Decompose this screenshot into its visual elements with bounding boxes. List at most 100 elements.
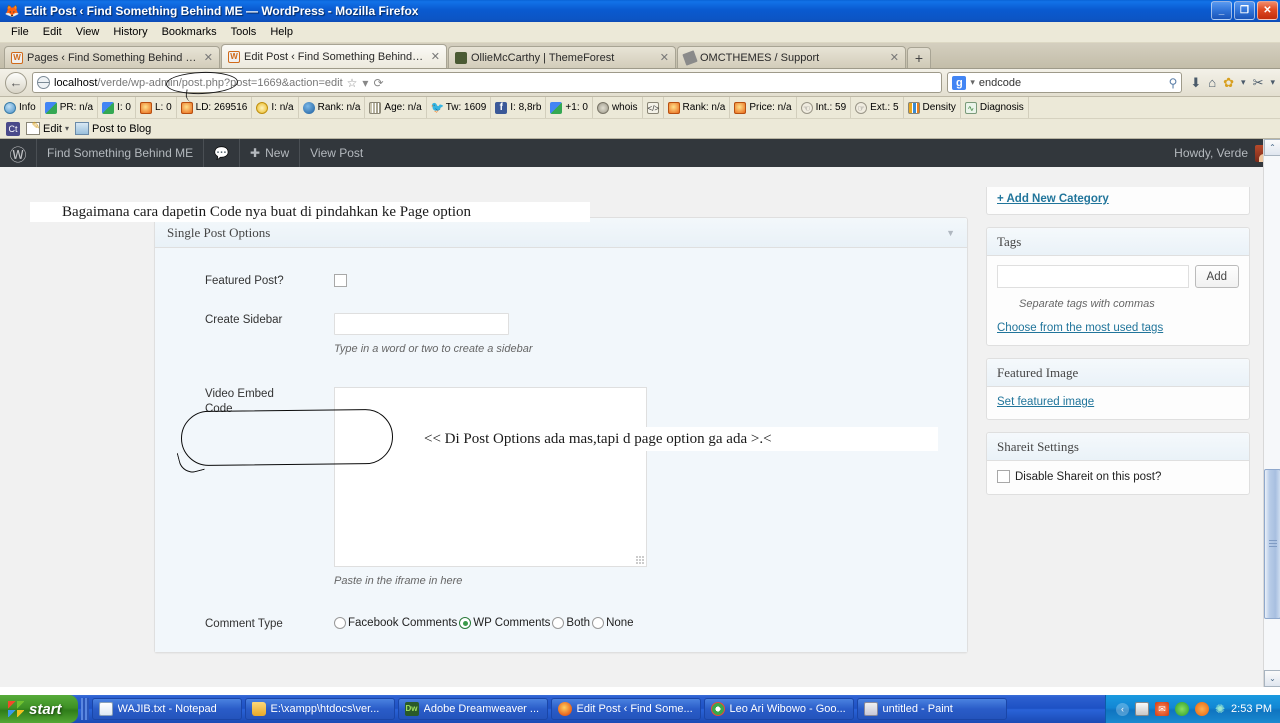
radio-both[interactable] (552, 617, 565, 629)
security-icon[interactable] (1134, 702, 1149, 716)
browser-tab-pages[interactable]: Pages ‹ Find Something Behind ME — Wo...… (4, 46, 220, 68)
seo-item-google-index[interactable]: I: 0 (98, 97, 136, 118)
set-featured-image-link[interactable]: Set featured image (997, 396, 1094, 408)
close-button[interactable]: ✕ (1257, 1, 1278, 20)
search-bar[interactable]: g ▾ endcode ⚲ (947, 72, 1183, 93)
chevron-down-icon[interactable]: ▾ (1241, 77, 1246, 88)
close-icon[interactable]: ✕ (201, 51, 213, 64)
app-red-icon[interactable]: ✉ (1154, 702, 1169, 716)
seo-item-density[interactable]: Density (904, 97, 961, 118)
bookmark-post-to-blog[interactable]: Post to Blog (74, 122, 151, 135)
wordpress-logo-icon[interactable]: Ⓦ (0, 139, 36, 167)
seo-item-alexa-rank[interactable]: Rank: n/a (299, 97, 366, 118)
seo-item-internal-links[interactable]: ☜ Int.: 59 (797, 97, 852, 118)
menu-help[interactable]: Help (263, 24, 300, 40)
disable-shareit-checkbox[interactable] (997, 470, 1010, 483)
page-scrollbar[interactable]: ⌃ ⌄ (1263, 139, 1280, 687)
tool-icon[interactable]: ✂ (1253, 75, 1264, 91)
menu-view[interactable]: View (69, 24, 107, 40)
radio-facebook-comments[interactable] (334, 617, 346, 629)
browser-tab-edit-post[interactable]: Edit Post ‹ Find Something Behind ME — .… (221, 44, 447, 68)
seo-item-links[interactable]: L: 0 (136, 97, 177, 118)
new-tab-button[interactable]: + (907, 47, 931, 68)
addon-icon[interactable]: ✿ (1223, 75, 1234, 91)
panel-header[interactable]: Single Post Options ▼ (155, 218, 967, 248)
ct-icon[interactable]: Ct (6, 121, 20, 136)
bookmark-star-icon[interactable]: ☆ (347, 76, 358, 90)
close-icon[interactable]: ✕ (428, 50, 440, 63)
close-icon[interactable]: ✕ (657, 51, 669, 64)
taskbar-item[interactable]: Edit Post ‹ Find Some... (550, 698, 701, 720)
create-sidebar-input[interactable] (334, 313, 509, 335)
scroll-up-icon[interactable]: ⌃ (1264, 139, 1280, 156)
search-icon[interactable]: ⚲ (1169, 76, 1178, 90)
tags-input[interactable] (997, 265, 1189, 288)
tags-add-button[interactable]: Add (1194, 265, 1239, 288)
most-used-tags-link[interactable]: Choose from the most used tags (997, 322, 1163, 334)
comment-type-option[interactable]: None (592, 617, 634, 629)
comments-icon[interactable]: 💬 (203, 139, 239, 167)
adminbar-view-post[interactable]: View Post (299, 139, 373, 167)
seo-item-linkdomain[interactable]: LD: 269516 (177, 97, 253, 118)
add-new-category-link[interactable]: + Add New Category (997, 193, 1109, 205)
radio-wp-comments[interactable] (459, 617, 472, 629)
google-icon[interactable]: g (952, 75, 967, 90)
radio-none[interactable] (592, 617, 605, 629)
start-button[interactable]: start (0, 695, 78, 723)
back-icon[interactable]: ← (5, 71, 27, 94)
browser-tab-themeforest[interactable]: OllieMcCarthy | ThemeForest ✕ (448, 46, 676, 68)
download-icon[interactable]: ⬇ (1190, 75, 1201, 91)
seo-item-rank[interactable]: Rank: n/a (664, 97, 731, 118)
seo-item-external-links[interactable]: ☞ Ext.: 5 (851, 97, 904, 118)
close-icon[interactable]: ✕ (887, 51, 899, 64)
seo-item-twitter[interactable]: 🐦 Tw: 1609 (427, 97, 492, 118)
address-bar[interactable]: localhost/verde/wp-admin/post.php?post=1… (32, 70, 943, 96)
home-icon[interactable]: ⌂ (1208, 75, 1216, 90)
chevron-down-icon[interactable]: ▾ (362, 76, 368, 90)
search-input[interactable]: endcode (979, 77, 1165, 89)
seo-item-whois[interactable]: whois (593, 97, 643, 118)
seo-item-price[interactable]: Price: n/a (730, 97, 797, 118)
bookmark-edit[interactable]: Edit ▾ (26, 121, 69, 135)
tray-expand-icon[interactable]: ‹ (1115, 702, 1129, 716)
chevron-down-icon[interactable]: ▾ (970, 77, 975, 88)
seo-item-age[interactable]: Age: n/a (365, 97, 427, 118)
minimize-button[interactable]: _ (1211, 1, 1232, 20)
scroll-down-icon[interactable]: ⌄ (1264, 670, 1280, 687)
adminbar-site-name[interactable]: Find Something Behind ME (36, 139, 203, 167)
seo-item-source-code[interactable]: </> (643, 97, 664, 118)
comment-type-option[interactable]: Both (552, 617, 590, 629)
chevron-down-icon[interactable]: ▾ (65, 124, 69, 133)
taskbar-item[interactable]: WAJIB.txt - Notepad (91, 698, 242, 720)
update-icon[interactable] (1174, 702, 1189, 716)
scrollbar-thumb[interactable] (1264, 469, 1280, 619)
seo-item-google-plus[interactable]: +1: 0 (546, 97, 593, 118)
menu-bookmarks[interactable]: Bookmarks (155, 24, 224, 40)
menu-file[interactable]: File (4, 24, 36, 40)
seo-item-diagnosis[interactable]: ∿ Diagnosis (961, 97, 1029, 118)
chevron-down-icon[interactable]: ▾ (1270, 77, 1275, 88)
chevron-down-icon[interactable]: ▼ (946, 228, 955, 238)
seo-item-google-pagerank[interactable]: PR: n/a (41, 97, 99, 118)
comment-type-option[interactable]: WP Comments (459, 617, 550, 629)
menu-history[interactable]: History (106, 24, 154, 40)
taskbar-item[interactable]: untitled - Paint (856, 698, 1007, 720)
featured-post-checkbox[interactable] (334, 274, 347, 287)
seo-item-yahoo-index[interactable]: I: n/a (252, 97, 299, 118)
browser-tab-omcthemes[interactable]: OMCTHEMES / Support ✕ (677, 46, 906, 68)
taskbar-item[interactable]: Leo Ari Wibowo - Goo... (703, 698, 854, 720)
adminbar-new[interactable]: ✚ New (239, 139, 299, 167)
antivirus-icon[interactable]: ✺ (1215, 702, 1225, 716)
restore-button[interactable]: ❐ (1234, 1, 1255, 20)
menu-tools[interactable]: Tools (224, 24, 264, 40)
comment-type-option[interactable]: Facebook Comments (334, 617, 457, 629)
media-icon[interactable] (1194, 702, 1209, 716)
taskbar-item[interactable]: E:\xampp\htdocs\ver... (244, 698, 395, 720)
seo-item-facebook[interactable]: f I: 8,8rb (491, 97, 547, 118)
seo-item-info[interactable]: Info (0, 97, 41, 118)
menu-edit[interactable]: Edit (36, 24, 69, 40)
reload-icon[interactable]: ⟳ (373, 76, 383, 90)
taskbar-item[interactable]: Dw Adobe Dreamweaver ... (397, 698, 548, 720)
video-embed-textarea[interactable] (334, 387, 647, 567)
taskbar-clock[interactable]: 2:53 PM (1231, 703, 1272, 715)
